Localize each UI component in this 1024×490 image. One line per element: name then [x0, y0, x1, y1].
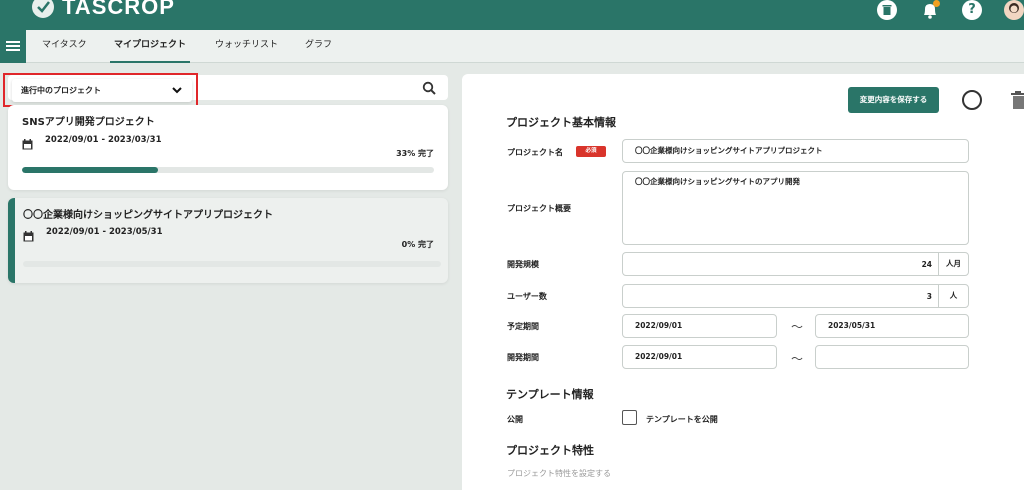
user-count-unit: 人	[938, 285, 968, 307]
filter-selected-value: 進行中のプロジェクト	[21, 86, 101, 95]
logo-check-icon	[32, 0, 54, 18]
publish-template-label[interactable]: テンプレートを公開	[646, 414, 718, 425]
progress-bar	[23, 261, 441, 267]
hamburger-menu-button[interactable]	[0, 30, 26, 63]
notification-dot	[933, 0, 940, 7]
tab-graph[interactable]: グラフ	[305, 30, 332, 63]
dev-scale-input[interactable]: 24 人月	[622, 252, 969, 276]
project-dates: 2022/09/01 - 2023/03/31	[45, 135, 162, 145]
dev-end-input[interactable]	[815, 345, 969, 369]
avatar[interactable]	[1004, 0, 1024, 20]
save-changes-button[interactable]: 変更内容を保存する	[848, 87, 939, 113]
dev-scale-label: 開発規模	[507, 260, 539, 269]
top-header: TASCROP ?	[0, 0, 1024, 30]
help-icon[interactable]: ?	[962, 0, 982, 20]
search-icon[interactable]	[422, 80, 436, 99]
user-count-label: ユーザー数	[507, 292, 547, 301]
planned-end-input[interactable]: 2023/05/31	[815, 314, 969, 338]
project-summary-textarea[interactable]: 〇〇企業様向けショッピングサイトのアプリ開発	[622, 171, 969, 245]
calendar-icon	[22, 135, 33, 150]
calendar-icon	[23, 227, 34, 242]
template-info-heading: テンプレート情報	[506, 388, 594, 401]
status-circle-icon[interactable]	[962, 90, 982, 110]
user-count-value: 3	[926, 292, 932, 301]
project-dates: 2022/09/01 - 2023/05/31	[46, 227, 163, 237]
nav-bar: マイタスク マイプロジェクト ウォッチリスト グラフ	[0, 30, 1024, 63]
progress-fill	[22, 167, 158, 173]
project-detail-panel	[462, 74, 1024, 490]
range-separator: 〜	[791, 352, 804, 366]
logo-text: TASCROP	[62, 0, 175, 19]
project-name-input[interactable]: 〇〇企業様向けショッピングサイトアプリプロジェクト	[622, 139, 969, 163]
dev-scale-unit: 人月	[938, 253, 968, 275]
project-filter-select[interactable]: 進行中のプロジェクト	[12, 79, 192, 102]
tab-my-projects[interactable]: マイプロジェクト	[110, 30, 191, 63]
project-filter-dropdown[interactable]: 進行中のプロジェクト	[3, 73, 198, 107]
publish-template-checkbox[interactable]	[622, 410, 637, 425]
project-summary-label: プロジェクト概要	[507, 204, 571, 213]
tab-my-tasks[interactable]: マイタスク	[42, 30, 87, 63]
planned-start-input[interactable]: 2022/09/01	[622, 314, 777, 338]
progress-label: 33% 完了	[396, 149, 434, 158]
dev-period-label: 開発期間	[507, 353, 539, 362]
public-label: 公開	[507, 415, 523, 424]
set-project-traits-link[interactable]: プロジェクト特性を設定する	[507, 468, 611, 479]
app-logo[interactable]: TASCROP	[32, 0, 175, 20]
delete-icon[interactable]	[1010, 90, 1024, 114]
project-title: 〇〇企業様向けショッピングサイトアプリプロジェクト	[23, 210, 273, 221]
basic-info-heading: プロジェクト基本情報	[506, 116, 616, 129]
required-badge: 必須	[576, 146, 606, 157]
progress-label: 0% 完了	[401, 240, 434, 249]
tab-watchlist[interactable]: ウォッチリスト	[215, 30, 278, 63]
project-name-label: プロジェクト名	[507, 148, 563, 157]
dev-start-input[interactable]: 2022/09/01	[622, 345, 777, 369]
planned-period-label: 予定期間	[507, 322, 539, 331]
project-card-selected[interactable]: 〇〇企業様向けショッピングサイトアプリプロジェクト 2022/09/01 - 2…	[8, 198, 448, 283]
range-separator: 〜	[791, 320, 804, 334]
user-count-input[interactable]: 3 人	[622, 284, 969, 308]
dev-scale-value: 24	[921, 260, 932, 269]
trash-icon[interactable]	[877, 0, 897, 20]
progress-bar	[22, 167, 434, 173]
project-traits-heading: プロジェクト特性	[506, 444, 594, 457]
project-card[interactable]: SNSアプリ開発プロジェクト 2022/09/01 - 2023/03/31 3…	[8, 105, 448, 190]
project-title: SNSアプリ開発プロジェクト	[22, 117, 155, 128]
